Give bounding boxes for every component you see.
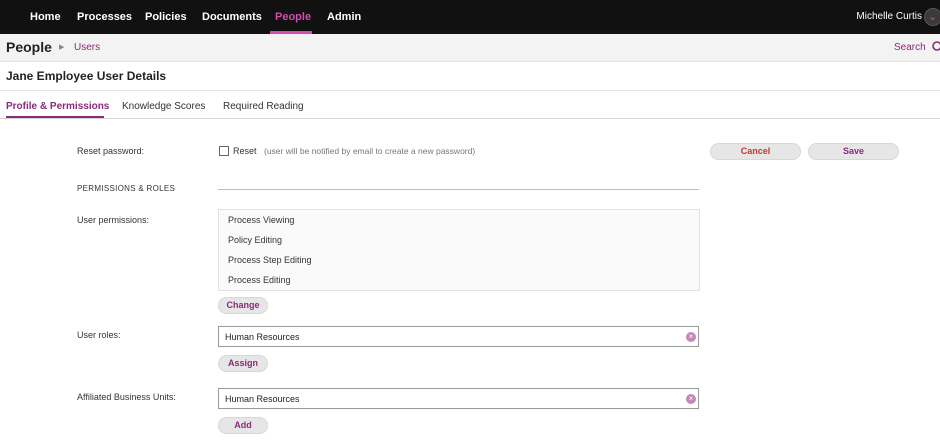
breadcrumb: People ▶ Users Search [0, 34, 940, 62]
nav-people[interactable]: People [275, 0, 311, 34]
divider [0, 90, 940, 91]
top-navigation: Home Processes Policies Documents People… [0, 0, 940, 34]
breadcrumb-separator-icon: ▶ [59, 44, 65, 51]
divider [218, 189, 699, 190]
nav-documents[interactable]: Documents [202, 0, 262, 34]
list-item: Process Step Editing [228, 255, 312, 265]
divider [0, 118, 940, 119]
save-button[interactable]: Save [808, 143, 899, 160]
affiliated-units-field[interactable]: Human Resources × [218, 388, 699, 409]
breadcrumb-title: People [6, 39, 52, 55]
assign-role-button[interactable]: Assign [218, 355, 268, 372]
tab-knowledge-scores[interactable]: Knowledge Scores [122, 101, 205, 112]
affiliated-units-label: Affiliated Business Units: [77, 392, 176, 402]
breadcrumb-link-users[interactable]: Users [74, 42, 100, 53]
search-icon[interactable] [931, 40, 940, 54]
search-link[interactable]: Search [894, 42, 926, 53]
reset-checkbox-label[interactable]: Reset [233, 146, 257, 156]
reset-note: (user will be notified by email to creat… [264, 146, 476, 156]
reset-password-checkbox[interactable] [219, 146, 229, 156]
page-title: Jane Employee User Details [6, 69, 167, 83]
user-roles-value: Human Resources [225, 332, 300, 342]
user-permissions-label: User permissions: [77, 215, 150, 225]
user-avatar[interactable]: ⌄ [924, 8, 940, 26]
cancel-button[interactable]: Cancel [710, 143, 801, 160]
user-menu-name[interactable]: Michelle Curtis [856, 0, 922, 34]
nav-processes[interactable]: Processes [77, 0, 132, 34]
add-business-unit-button[interactable]: Add [218, 417, 268, 434]
chevron-down-icon: ⌄ [928, 11, 938, 23]
change-permissions-button[interactable]: Change [218, 297, 268, 314]
list-item: Process Editing [228, 275, 291, 285]
close-icon[interactable]: × [686, 394, 696, 404]
tab-required-reading[interactable]: Required Reading [223, 101, 304, 112]
permissions-section-heading: PERMISSIONS & ROLES [77, 184, 176, 193]
close-icon[interactable]: × [686, 332, 696, 342]
nav-policies[interactable]: Policies [145, 0, 187, 34]
nav-home[interactable]: Home [30, 0, 61, 34]
user-roles-field[interactable]: Human Resources × [218, 326, 699, 347]
nav-admin[interactable]: Admin [327, 0, 361, 34]
list-item: Process Viewing [228, 215, 295, 225]
reset-password-label: Reset password: [77, 146, 145, 156]
list-item: Policy Editing [228, 235, 283, 245]
permissions-list: Process Viewing Policy Editing Process S… [218, 209, 700, 291]
user-roles-label: User roles: [77, 330, 121, 340]
affiliated-units-value: Human Resources [225, 394, 300, 404]
tab-profile-permissions[interactable]: Profile & Permissions [6, 101, 109, 112]
